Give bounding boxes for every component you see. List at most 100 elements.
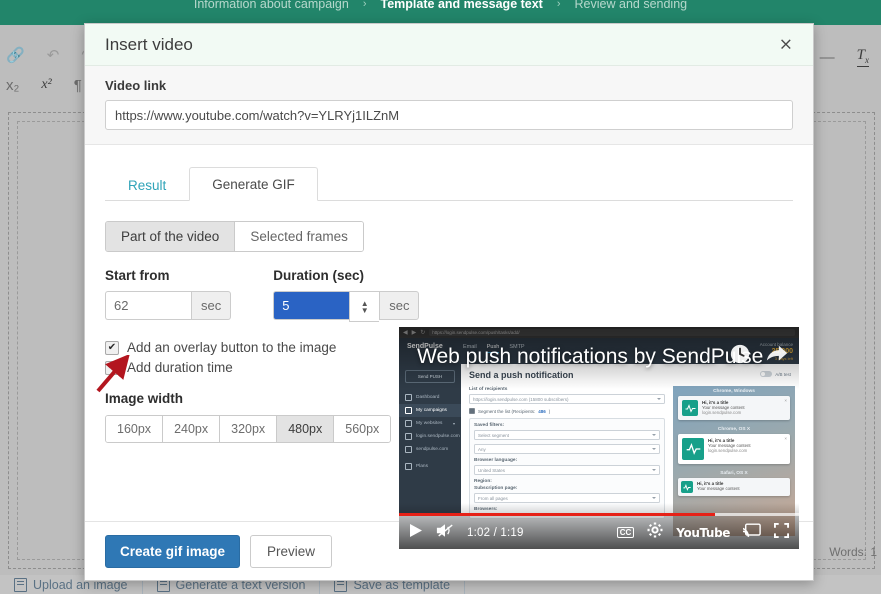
- sidebar-item-label: My websites: [416, 421, 442, 426]
- breadcrumb-separator-icon: ›: [557, 0, 561, 10]
- sidebar-item-dashboard: Dashboard: [399, 391, 461, 404]
- clock-icon[interactable]: [729, 343, 751, 370]
- sidebar-subitem-sendpulse: sendpulse.com: [399, 443, 461, 456]
- tab-result[interactable]: Result: [105, 168, 189, 201]
- create-gif-image-button[interactable]: Create gif image: [105, 535, 240, 568]
- duration-stepper[interactable]: ▲ ▼: [349, 291, 379, 322]
- preview-platform-label: Chrome, OS X: [673, 424, 795, 434]
- video-player[interactable]: ◀ ▶ ↻ https://login.sendpulse.com/push/t…: [399, 327, 799, 549]
- start-from-input[interactable]: [105, 291, 191, 320]
- subscription-select: From all pages: [474, 493, 660, 503]
- breadcrumb-step-1[interactable]: Information about campaign: [194, 0, 349, 11]
- checkbox-unchecked-icon[interactable]: [105, 361, 119, 375]
- gear-icon[interactable]: [647, 522, 663, 543]
- notification-source: login.sendpulse.com: [702, 410, 745, 415]
- link-icon[interactable]: 🔗: [6, 48, 25, 63]
- notification-card: Hi, it's a title Your message content lo…: [678, 396, 790, 420]
- segment-close: ): [549, 409, 551, 414]
- mute-icon[interactable]: [436, 523, 454, 543]
- site-icon: [405, 446, 412, 453]
- notification-card: Hi, it's a title Your message content lo…: [678, 434, 790, 464]
- chevron-down-icon[interactable]: ▼: [361, 307, 369, 314]
- sidebar-item-label: Plans: [416, 464, 428, 469]
- share-icon[interactable]: [765, 343, 789, 370]
- preview-platform-label: Safari, OS X: [673, 468, 795, 478]
- browser-language-value: United States: [478, 468, 505, 473]
- start-from-input-group: sec: [105, 291, 231, 320]
- sidebar-item-my-websites: My websites ▾: [399, 417, 461, 430]
- region-label: Region:: [474, 479, 660, 484]
- video-time-display: 1:02 / 1:19: [467, 527, 524, 539]
- duration-time-label: Add duration time: [127, 360, 233, 375]
- duration-group: Duration (sec) ▲ ▼ sec: [273, 268, 419, 322]
- preview-button[interactable]: Preview: [250, 535, 332, 568]
- tab-generate-gif[interactable]: Generate GIF: [189, 167, 318, 201]
- campaigns-icon: [405, 407, 412, 414]
- segment-label: Segment the list (Recipients:: [478, 409, 535, 414]
- chevron-down-icon: ▾: [453, 421, 455, 426]
- notification-app-icon: [681, 481, 693, 493]
- subscription-value: From all pages: [478, 496, 508, 501]
- undo-icon[interactable]: ↶: [47, 48, 60, 63]
- image-width-160[interactable]: 160px: [106, 416, 163, 442]
- close-icon: ×: [784, 436, 787, 441]
- video-link-input[interactable]: [105, 100, 793, 130]
- modal-title: Insert video: [105, 35, 193, 55]
- start-from-unit: sec: [191, 291, 231, 320]
- breadcrumb-step-2[interactable]: Template and message text: [381, 0, 543, 11]
- paragraph-rtl-icon[interactable]: ¶: [74, 78, 82, 93]
- notification-app-icon: [682, 400, 698, 416]
- plans-icon: [405, 463, 412, 470]
- site-icon: [405, 433, 412, 440]
- image-width-240[interactable]: 240px: [163, 416, 220, 442]
- sidebar-item-label: Dashboard: [416, 395, 439, 400]
- image-width-560[interactable]: 560px: [334, 416, 390, 442]
- browser-language-select: United States: [474, 465, 660, 475]
- sidebar-item-my-campaigns: My campaigns: [399, 404, 461, 417]
- closed-captions-icon[interactable]: CC: [617, 527, 635, 538]
- timing-fields: Start from sec Duration (sec) ▲ ▼ sec: [105, 268, 793, 322]
- duration-input[interactable]: [273, 291, 349, 320]
- sidebar-item-label: login.sendpulse.com: [416, 434, 460, 439]
- dashboard-icon: [405, 394, 412, 401]
- websites-icon: [405, 420, 412, 427]
- cast-icon[interactable]: [743, 523, 761, 543]
- modal-header: Insert video ×: [85, 24, 813, 66]
- segment-part-of-the-video[interactable]: Part of the video: [106, 222, 235, 251]
- horizontal-rule-icon[interactable]: —: [820, 50, 835, 65]
- superscript-icon[interactable]: x²: [41, 77, 51, 93]
- notification-body: Your message content: [697, 486, 740, 491]
- play-icon[interactable]: [409, 523, 423, 543]
- fullscreen-icon[interactable]: [774, 523, 789, 543]
- saved-filters-label: Saved filters:: [474, 423, 660, 428]
- segment-count: 486: [538, 409, 546, 414]
- segment-selected-frames[interactable]: Selected frames: [235, 222, 363, 251]
- modal-body: Result Generate GIF Part of the video Se…: [85, 145, 813, 521]
- sidebar-item-plans: Plans: [399, 460, 461, 473]
- sidebar-subitem-login: login.sendpulse.com: [399, 430, 461, 443]
- gif-mode-segmented-control: Part of the video Selected frames: [105, 221, 364, 252]
- checkbox-checked-icon[interactable]: ✔: [105, 341, 119, 355]
- notification-source: login.sendpulse.com: [708, 448, 751, 453]
- recipients-value: https://login.sendpulse.com (15800 subsc…: [473, 397, 569, 402]
- image-width-480[interactable]: 480px: [277, 416, 334, 442]
- breadcrumb: Information about campaign › Template an…: [0, 0, 881, 13]
- youtube-logo[interactable]: YouTube: [676, 526, 730, 540]
- video-link-section: Video link: [85, 66, 813, 145]
- video-controls: 1:02 / 1:19 CC YouTube: [399, 516, 799, 549]
- segment-list-checkbox: Segment the list (Recipients: 486 ): [469, 408, 665, 414]
- image-width-selector: 160px 240px 320px 480px 560px: [105, 415, 391, 443]
- breadcrumb-step-3[interactable]: Review and sending: [575, 0, 688, 11]
- saved-filters-select: Select segment: [474, 430, 660, 440]
- any-select: Any: [474, 444, 660, 454]
- overlay-button-label: Add an overlay button to the image: [127, 340, 336, 355]
- image-width-320[interactable]: 320px: [220, 416, 277, 442]
- browser-language-label: Browser language:: [474, 458, 660, 463]
- duration-unit: sec: [379, 291, 419, 320]
- subscript-icon[interactable]: x₂: [6, 78, 19, 93]
- close-icon[interactable]: ×: [773, 32, 799, 57]
- saved-filters-value: Select segment: [478, 433, 509, 438]
- clear-formatting-icon[interactable]: Tx: [857, 47, 869, 67]
- sidebar-item-label: My campaigns: [416, 408, 447, 413]
- recipients-select: https://login.sendpulse.com (15800 subsc…: [469, 394, 665, 404]
